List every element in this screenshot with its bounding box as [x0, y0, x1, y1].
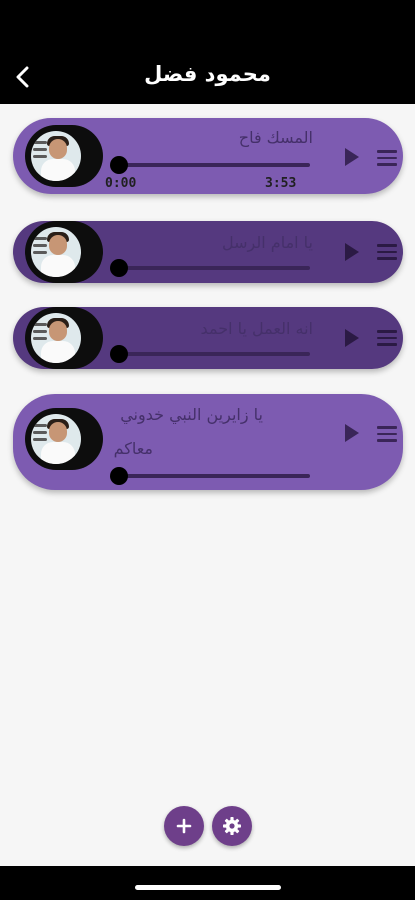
drag-handle-icon[interactable] — [377, 150, 397, 166]
track-title: المسك فاح — [238, 128, 313, 147]
track-card[interactable]: يا امام الرسل — [13, 221, 403, 283]
back-button[interactable] — [8, 60, 38, 94]
drag-handle-icon[interactable] — [377, 244, 397, 260]
home-indicator[interactable] — [135, 885, 281, 890]
track-thumbnail — [25, 307, 103, 369]
track-progress-slider[interactable] — [110, 259, 310, 277]
track-card[interactable]: المسك فاح 0:00 3:53 — [13, 118, 403, 194]
system-nav-bar — [0, 866, 415, 900]
drag-handle-icon[interactable] — [377, 426, 397, 442]
track-thumbnail — [25, 221, 103, 283]
track-progress-slider[interactable] — [110, 156, 310, 174]
track-thumbnail — [25, 125, 103, 187]
page-title: محمود فضل — [144, 62, 271, 86]
play-icon[interactable] — [343, 147, 361, 167]
duration: 3:53 — [265, 176, 297, 191]
drag-handle-icon[interactable] — [377, 330, 397, 346]
current-time: 0:00 — [105, 176, 137, 191]
slider-knob[interactable] — [110, 345, 128, 363]
app-header: محمود فضل — [0, 0, 415, 104]
gear-icon — [223, 817, 241, 835]
track-title: انه العمل يا احمد — [200, 319, 313, 338]
track-card[interactable]: يا زايرين النبي خدوني معاكم — [13, 394, 403, 490]
track-progress-slider[interactable] — [110, 345, 310, 363]
track-thumbnail — [25, 408, 103, 470]
track-title: يا امام الرسل — [222, 233, 313, 252]
track-title: يا زايرين النبي خدوني — [120, 405, 263, 424]
slider-knob[interactable] — [110, 467, 128, 485]
play-icon[interactable] — [343, 328, 361, 348]
add-button[interactable] — [164, 806, 204, 846]
track-title-continued: معاكم — [113, 439, 153, 458]
slider-knob[interactable] — [110, 259, 128, 277]
chevron-left-icon — [16, 66, 29, 88]
play-icon[interactable] — [343, 423, 361, 443]
settings-button[interactable] — [212, 806, 252, 846]
plus-icon — [176, 818, 192, 834]
play-icon[interactable] — [343, 242, 361, 262]
track-progress-slider[interactable] — [110, 467, 310, 485]
track-card[interactable]: انه العمل يا احمد — [13, 307, 403, 369]
slider-knob[interactable] — [110, 156, 128, 174]
